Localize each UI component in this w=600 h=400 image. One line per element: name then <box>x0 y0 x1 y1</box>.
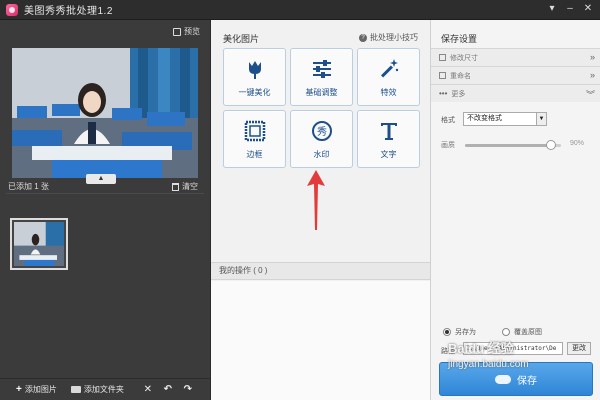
row-resize-label: 修改尺寸 <box>450 54 478 62</box>
quality-label: 画质 <box>441 142 455 149</box>
chevron-down-icon: ︾ <box>585 90 595 100</box>
clear-button[interactable]: 清空 <box>172 181 198 192</box>
menu-dropdown-button[interactable]: ▾ <box>544 2 560 16</box>
row-rename-label: 重命名 <box>450 72 471 80</box>
title-bar: 美图秀秀批处理1.2 ▾ – ✕ <box>0 0 600 20</box>
tile-text[interactable]: 文字 <box>357 110 420 168</box>
tile-label: 基础调整 <box>305 87 338 97</box>
red-arrow-annotation <box>307 170 325 230</box>
close-button[interactable]: ✕ <box>580 2 596 16</box>
format-label: 格式 <box>441 117 455 124</box>
radio-selected-icon <box>443 328 451 336</box>
image-thumbnail[interactable] <box>10 218 68 270</box>
tile-effects[interactable]: 特效 <box>357 48 420 106</box>
path-input[interactable]: C:\Users\Administrator\De <box>463 342 563 355</box>
radio-overwrite-label: 覆盖原图 <box>514 329 542 336</box>
delete-icon[interactable]: ✕ <box>140 384 156 395</box>
preview-image <box>12 48 198 178</box>
tile-label: 一键美化 <box>238 87 271 97</box>
format-select[interactable]: 不改变格式 ▼ <box>463 112 547 126</box>
watermark-icon: 秀 <box>311 120 332 141</box>
save-settings-panel: 保存设置 修改尺寸 » 重命名 » ••• 更多 ︾ 格式 不改变格式 ▼ 画质… <box>430 20 600 400</box>
quality-slider-fill <box>465 144 552 147</box>
radio-unselected-icon <box>502 328 510 336</box>
add-folder-button[interactable]: 添加文件夹 <box>70 384 124 395</box>
window-controls: ▾ – ✕ <box>544 2 596 16</box>
operations-header: 我的操作 ( 0 ) <box>211 262 430 280</box>
radio-save-as[interactable]: 另存为 <box>443 327 476 337</box>
beautify-panel: 美化图片 ? 批处理小技巧 一键美化 基础调整 特效 边框 秀 水印 文字 我的… <box>210 20 430 400</box>
tips-link[interactable]: ? 批处理小技巧 <box>359 32 418 43</box>
operations-list <box>211 281 430 400</box>
path-label: 路径 <box>441 348 455 355</box>
row-rename[interactable]: 重命名 » <box>431 66 600 84</box>
quality-slider-knob[interactable] <box>546 140 557 150</box>
dropdown-arrow-icon: ▼ <box>536 113 546 125</box>
save-button[interactable]: 保存 <box>439 362 593 396</box>
beautify-header: 美化图片 <box>223 34 260 44</box>
tile-label: 特效 <box>380 87 397 97</box>
plus-icon: + <box>16 384 22 395</box>
rename-icon <box>439 72 446 79</box>
more-dots-icon: ••• <box>439 89 448 98</box>
classroom-photo <box>12 48 198 178</box>
rotate-left-icon[interactable]: ↶ <box>160 384 176 395</box>
tile-frame[interactable]: 边框 <box>223 110 286 168</box>
save-mode-radios: 另存为 覆盖原图 <box>443 327 542 337</box>
radio-save-as-label: 另存为 <box>455 329 476 336</box>
tile-label: 边框 <box>246 149 263 159</box>
tulip-icon <box>248 60 261 79</box>
row-more-label: 更多 <box>451 90 466 98</box>
change-path-button[interactable]: 更改 <box>567 342 591 355</box>
frame-icon <box>244 120 265 141</box>
tips-label: 批处理小技巧 <box>370 33 418 42</box>
radio-overwrite[interactable]: 覆盖原图 <box>502 327 542 337</box>
tile-watermark[interactable]: 秀 水印 <box>290 110 353 168</box>
minimize-button[interactable]: – <box>562 2 578 16</box>
app-logo-icon <box>6 3 18 16</box>
sliders-icon <box>312 59 331 78</box>
help-icon: ? <box>359 33 367 42</box>
cloud-icon <box>495 374 511 384</box>
quality-value: 90% <box>570 140 585 147</box>
magic-wand-icon <box>380 58 398 78</box>
tile-label: 文字 <box>380 149 397 159</box>
window-title: 美图秀秀批处理1.2 <box>24 6 113 17</box>
preview-button[interactable]: 预览 <box>173 26 200 37</box>
left-panel: 预览 ▲ 已添加 1 张 清空 + 添加图片 添加文件夹 ✕ ↶ ↷ <box>0 20 210 400</box>
thumbnail-photo <box>14 222 64 266</box>
collapse-preview-button[interactable]: ▲ <box>86 174 116 184</box>
row-more[interactable]: ••• 更多 ︾ <box>431 84 600 102</box>
chevron-right-icon: » <box>589 70 595 80</box>
clear-label: 清空 <box>182 182 198 191</box>
row-resize[interactable]: 修改尺寸 » <box>431 48 600 66</box>
tile-auto-beautify[interactable]: 一键美化 <box>223 48 286 106</box>
left-toolbar: + 添加图片 添加文件夹 ✕ ↶ ↷ <box>0 378 210 400</box>
preview-icon <box>173 27 181 36</box>
add-image-label: 添加图片 <box>24 385 57 394</box>
thumbnail-image <box>14 222 64 266</box>
tile-label: 水印 <box>313 149 330 159</box>
quality-slider[interactable] <box>465 140 561 150</box>
save-header: 保存设置 <box>441 34 478 44</box>
trash-icon <box>172 182 179 191</box>
function-tiles: 一键美化 基础调整 特效 边框 秀 水印 文字 <box>223 48 423 168</box>
rotate-right-icon[interactable]: ↷ <box>180 384 196 395</box>
divider <box>6 193 204 194</box>
preview-label: 预览 <box>184 27 200 36</box>
add-folder-label: 添加文件夹 <box>83 385 124 394</box>
add-image-button[interactable]: + 添加图片 <box>16 384 57 395</box>
save-label: 保存 <box>517 375 537 387</box>
crop-icon <box>439 54 446 61</box>
folder-icon <box>70 386 81 393</box>
added-count-label: 已添加 1 张 <box>8 182 49 191</box>
chevron-right-icon: » <box>589 52 595 62</box>
svg-text:秀: 秀 <box>317 126 327 138</box>
format-value: 不改变格式 <box>467 115 502 122</box>
text-icon <box>380 122 397 140</box>
tile-basic-adjust[interactable]: 基础调整 <box>290 48 353 106</box>
